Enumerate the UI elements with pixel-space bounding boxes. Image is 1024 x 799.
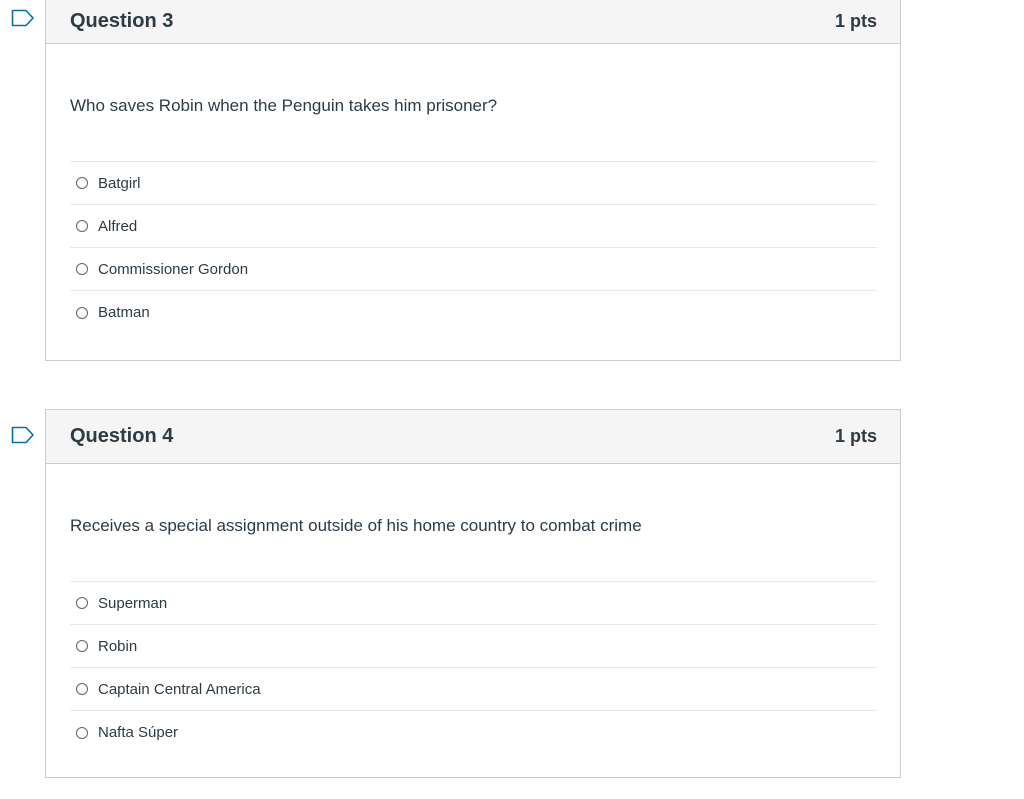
question-text: Receives a special assignment outside of…: [70, 516, 642, 535]
answer-option[interactable]: Batman: [70, 291, 877, 334]
question-title: Question 4: [70, 425, 174, 447]
radio-button[interactable]: [76, 306, 88, 319]
answer-option[interactable]: Alfred: [70, 205, 877, 248]
question-title: Question 3: [70, 10, 174, 32]
answer-label: Commissioner Gordon: [98, 260, 249, 278]
answer-label: Nafta Súper: [98, 724, 179, 741]
question-4: Question 4 1 pts Receives a special assi…: [45, 409, 901, 778]
answer-label: Captain Central America: [98, 680, 261, 698]
question-points: 1 pts: [834, 426, 877, 446]
answer-label: Batgirl: [98, 174, 141, 192]
answer-option[interactable]: Superman: [70, 582, 877, 625]
answer-option[interactable]: Batgirl: [70, 162, 877, 205]
question-text: Who saves Robin when the Penguin takes h…: [70, 96, 498, 115]
radio-button[interactable]: [76, 263, 88, 275]
radio-button[interactable]: [76, 726, 88, 739]
answer-option[interactable]: Captain Central America: [70, 668, 877, 711]
answer-label: Batman: [98, 304, 150, 321]
flag-question-icon[interactable]: [11, 9, 35, 27]
question-points: 1 pts: [834, 11, 877, 31]
answer-label: Superman: [98, 594, 168, 612]
answer-option[interactable]: Commissioner Gordon: [70, 248, 877, 291]
radio-button[interactable]: [76, 683, 88, 695]
answer-list: Batgirl Alfred Commissioner Gordon Batma…: [70, 161, 877, 334]
question-header: Question 3 1 pts: [46, 0, 900, 44]
answer-label: Alfred: [98, 217, 138, 235]
answer-label: Robin: [98, 637, 138, 655]
answer-option[interactable]: Nafta Súper: [70, 711, 877, 754]
radio-button[interactable]: [76, 640, 88, 652]
question-body: Receives a special assignment outside of…: [46, 464, 900, 754]
radio-button[interactable]: [76, 597, 88, 609]
answer-list: Superman Robin Captain Central America N…: [70, 581, 877, 754]
radio-button[interactable]: [76, 177, 88, 189]
question-body: Who saves Robin when the Penguin takes h…: [46, 44, 900, 334]
question-header: Question 4 1 pts: [46, 410, 900, 464]
question-3: Question 3 1 pts Who saves Robin when th…: [45, 0, 901, 361]
radio-button[interactable]: [76, 220, 88, 232]
answer-option[interactable]: Robin: [70, 625, 877, 668]
flag-question-icon[interactable]: [11, 426, 35, 444]
quiz-page: Question 3 1 pts Who saves Robin when th…: [0, 0, 1024, 799]
